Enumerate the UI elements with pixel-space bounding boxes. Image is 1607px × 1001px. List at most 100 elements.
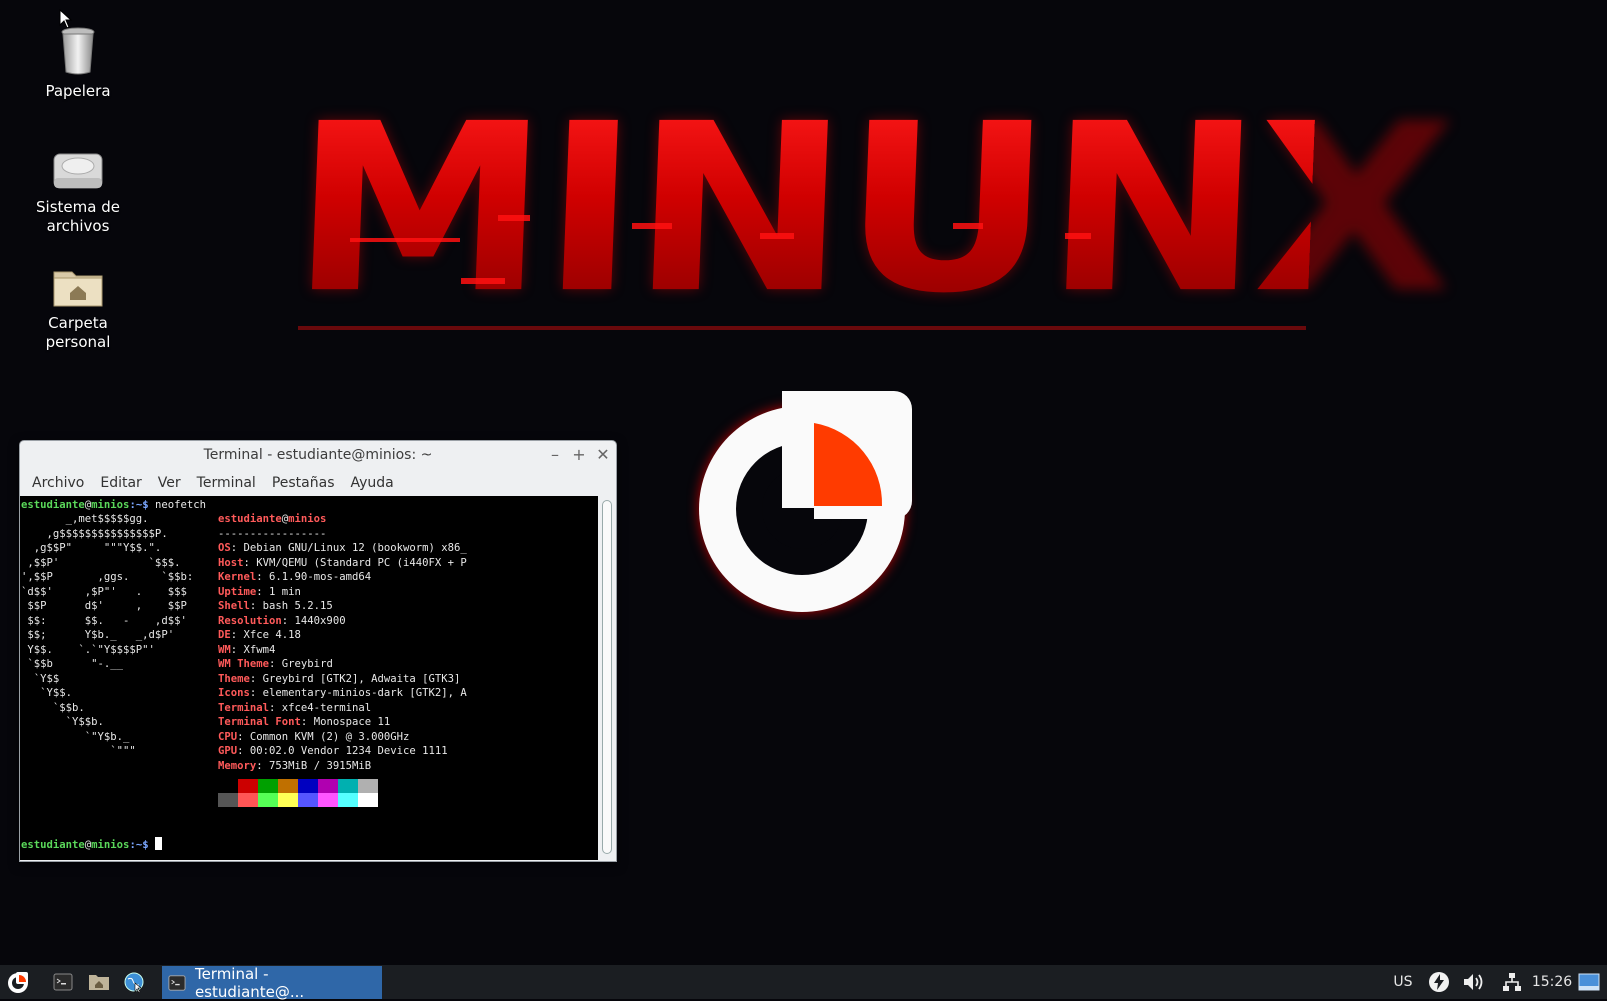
- ascii-art-line: Y$$. `.`"Y$$$$P"': [21, 643, 155, 656]
- menu-ayuda[interactable]: Ayuda: [343, 475, 402, 491]
- clock[interactable]: 15:26: [1530, 965, 1574, 999]
- ascii-art-line: `"Y$b._: [21, 730, 130, 743]
- palette-swatch: [298, 793, 318, 807]
- info-key: Shell: [218, 600, 250, 612]
- info-value: Debian GNU/Linux 12 (bookworm) x86_: [243, 542, 467, 554]
- globe-icon: [124, 972, 144, 993]
- palette-swatch: [278, 779, 298, 793]
- desktop-icon-home-folder[interactable]: Carpeta personal: [23, 264, 133, 352]
- info-value: Xfce 4.18: [243, 629, 301, 641]
- info-value: bash 5.2.15: [262, 600, 333, 612]
- menu-editar[interactable]: Editar: [92, 475, 149, 491]
- menu-ver[interactable]: Ver: [150, 475, 189, 491]
- palette-swatch: [258, 793, 278, 807]
- info-value: Xfwm4: [243, 643, 276, 656]
- desktop-icon-trash[interactable]: Papelera: [23, 26, 133, 101]
- info-row: Host: KVM/QEMU (Standard PC (i440FX + P: [218, 556, 467, 569]
- minimize-button[interactable]: –: [548, 447, 562, 463]
- trash-label: Papelera: [45, 82, 111, 100]
- menu-archivo[interactable]: Archivo: [24, 475, 92, 491]
- palette-swatch: [338, 793, 358, 807]
- ascii-art-line: _,met$$$$$gg.: [21, 513, 149, 525]
- palette-swatch: [318, 779, 338, 793]
- menu-terminal[interactable]: Terminal: [189, 475, 264, 491]
- info-row: Terminal: xfce4-terminal: [218, 701, 372, 714]
- power-manager-button[interactable]: [1426, 965, 1452, 999]
- taskbar-window-terminal[interactable]: Terminal - estudiante@...: [162, 964, 382, 1001]
- glitch-line: [298, 326, 1306, 330]
- info-key: Kernel: [218, 571, 257, 583]
- filesystem-label-line1: Sistema de: [36, 198, 120, 216]
- info-row: DE: Xfce 4.18: [218, 629, 301, 641]
- glitch-line: [1065, 233, 1091, 239]
- network-button[interactable]: [1499, 965, 1525, 999]
- power-icon: [1429, 972, 1449, 992]
- ascii-art-line: `Y$$: [21, 672, 60, 685]
- glitch-line: [760, 233, 794, 239]
- palette-swatch: [318, 793, 338, 807]
- info-row: Memory: 753MiB / 3915MiB: [218, 759, 372, 772]
- show-desktop-button[interactable]: [1576, 965, 1602, 999]
- ascii-art-line: $$P d$' , $$P: [21, 600, 187, 612]
- ascii-art-line: ,$$P' `$$$.: [21, 556, 181, 569]
- info-row: Terminal Font: Monospace 11: [218, 716, 391, 728]
- glitch-line: [498, 215, 530, 221]
- ascii-art-line: ',$$P ,ggs. `$$b:: [21, 571, 194, 583]
- terminal-window[interactable]: Terminal - estudiante@minios: ~ – + ✕ Ar…: [19, 440, 617, 862]
- palette-swatch: [258, 779, 278, 793]
- terminal-launcher[interactable]: [50, 965, 76, 999]
- window-title: Terminal - estudiante@minios: ~: [203, 447, 433, 463]
- terminal-output[interactable]: estudiante@minios:~$ neofetch _,met$$$$$…: [20, 496, 598, 860]
- info-key: Icons: [218, 687, 250, 699]
- ascii-art-line: `$$b.: [21, 701, 85, 714]
- minios-logo-icon: [686, 388, 918, 624]
- palette-swatch: [238, 779, 258, 793]
- info-value: 00:02.0 Vendor 1234 Device 1111: [249, 745, 448, 757]
- ascii-art-line: ,g$$$$$$$$$$$$$$$P.: [21, 527, 168, 540]
- keyboard-layout-indicator[interactable]: US: [1390, 965, 1416, 999]
- info-row: WM Theme: Greybird: [218, 658, 333, 670]
- volume-button[interactable]: [1460, 965, 1490, 999]
- info-row: WM: Xfwm4: [218, 643, 276, 656]
- close-button[interactable]: ✕: [596, 447, 610, 463]
- task-label: Terminal - estudiante@...: [194, 964, 305, 1001]
- hard-drive-icon: [52, 148, 104, 192]
- palette-swatch: [358, 779, 378, 793]
- web-browser-launcher[interactable]: [121, 965, 147, 999]
- info-value: Greybird: [281, 658, 333, 670]
- file-manager-launcher[interactable]: [86, 965, 112, 999]
- neofetch-header: estudiante@minios: [218, 513, 327, 525]
- prompt-line: estudiante@minios:~$: [21, 837, 162, 853]
- scrollbar-thumb[interactable]: [602, 500, 612, 854]
- menu-pestanas[interactable]: Pestañas: [264, 475, 343, 491]
- info-key: Terminal Font: [218, 716, 301, 728]
- info-row: Theme: Greybird [GTK2], Adwaita [GTK3]: [218, 672, 461, 685]
- palette-swatch: [298, 779, 318, 793]
- ascii-art-line: ,g$$P" """Y$$.".: [21, 542, 162, 554]
- palette-swatch: [218, 779, 238, 793]
- info-value: 753MiB / 3915MiB: [269, 759, 372, 772]
- info-key: GPU: [218, 745, 238, 757]
- info-row: Icons: elementary-minios-dark [GTK2], A: [218, 687, 467, 699]
- info-key: CPU: [218, 730, 238, 743]
- ascii-art-line: $$: $$. - ,d$$': [21, 614, 187, 627]
- text-cursor: [154, 837, 162, 850]
- desktop-icon-filesystem[interactable]: Sistema de archivos: [23, 148, 133, 236]
- terminal-icon: [53, 973, 73, 991]
- info-key: Resolution: [218, 614, 282, 627]
- terminal-titlebar[interactable]: Terminal - estudiante@minios: ~ – + ✕: [20, 441, 616, 469]
- maximize-button[interactable]: +: [572, 447, 586, 463]
- glitch-line: [632, 223, 672, 229]
- info-value: 6.1.90-mos-amd64: [269, 571, 372, 583]
- palette-swatch: [278, 793, 298, 807]
- info-value: Monospace 11: [313, 716, 391, 728]
- menubar: Archivo Editar Ver Terminal Pestañas Ayu…: [20, 469, 616, 496]
- home-folder-icon: [89, 975, 109, 990]
- terminal-scrollbar[interactable]: [598, 496, 615, 860]
- info-row: Resolution: 1440x900: [218, 614, 346, 627]
- palette-swatch: [358, 793, 378, 807]
- ascii-art-line: `""": [21, 745, 136, 757]
- info-key: WM Theme: [218, 658, 270, 670]
- ascii-art-line: `Y$$.: [21, 687, 73, 699]
- app-menu-button[interactable]: [5, 965, 31, 999]
